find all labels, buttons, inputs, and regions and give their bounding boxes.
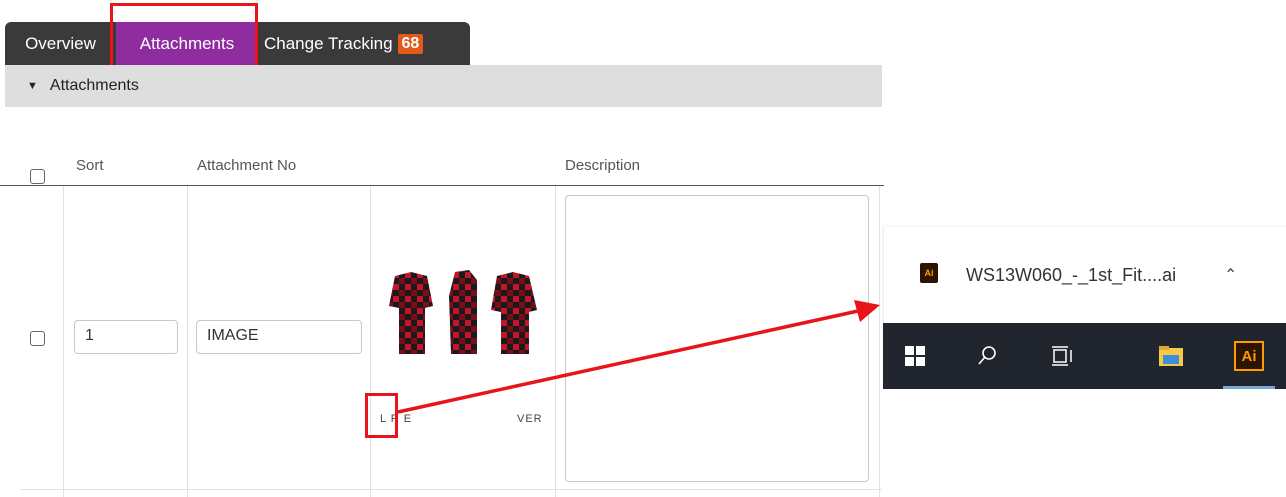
annotation-arrow [397,300,880,414]
